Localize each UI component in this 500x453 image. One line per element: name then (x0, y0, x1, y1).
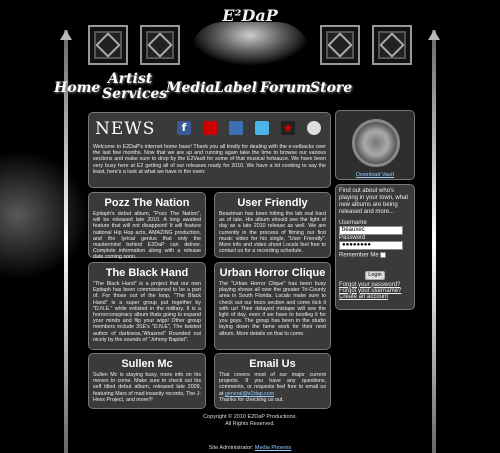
news-panel: NEWS f ★ Welcome to E2DaP's internet hom… (88, 112, 331, 188)
reverbnation-icon[interactable]: ★ (281, 121, 295, 135)
card-title: Email Us (249, 358, 296, 370)
card-title: Urban Horror Clique (219, 267, 326, 279)
vault-icon[interactable] (352, 119, 400, 167)
card-text: Sullen Mc is staying busy, more info on … (93, 372, 201, 403)
facebook-icon[interactable]: f (177, 121, 191, 135)
nav-media[interactable]: Media (166, 81, 215, 96)
card-sullen-mc: Sullen Mc Sullen Mc is staying busy, mor… (88, 353, 206, 409)
remember-checkbox[interactable] (380, 252, 387, 258)
create-account-link[interactable]: Create an account (339, 294, 411, 300)
admin-link[interactable]: Media Phoenix (255, 445, 291, 451)
winged-emblem-icon (190, 22, 310, 66)
news-title: NEWS (95, 119, 156, 139)
nav-label[interactable]: Label (214, 81, 257, 96)
nav-store[interactable]: Store (310, 81, 352, 96)
nav-home[interactable]: Home (54, 81, 100, 96)
footer-rights: All Rights Reserved. (225, 421, 275, 427)
forgot-username-link[interactable]: Forgot your username? (339, 288, 411, 294)
header-tile-3 (320, 25, 360, 65)
nav-artist-label: Artist (107, 71, 153, 87)
sidebar-intro: Find out about who's playing in your tow… (339, 188, 409, 215)
card-title: Pozz The Nation (104, 197, 190, 209)
card-text: The "Urban Horror Clique" has been busy … (219, 281, 326, 337)
nav-services-label: Services (102, 86, 168, 102)
footer-copyright: Copyright © 2010 E2DaP Productions. (203, 414, 297, 420)
header-tile-1 (88, 25, 128, 65)
login-panel: Find out about who's playing in your tow… (335, 184, 415, 310)
card-title: Sullen Mc (121, 358, 173, 370)
remember-label: Remember Me (339, 252, 379, 259)
card-urban-horror: Urban Horror Clique The "Urban Horror Cl… (214, 262, 331, 350)
wordpress-icon[interactable] (307, 121, 321, 135)
card-text: "The Black Hand" is a project that our o… (93, 281, 201, 343)
main-nav: Home Artist Services Media Label Forum S… (54, 70, 454, 106)
myspace-icon[interactable] (229, 121, 243, 135)
card-text: Epitaph's debut album, "Pozz The Nation"… (93, 211, 201, 261)
news-text: Welcome to E2DaP's internet home base! T… (93, 144, 326, 175)
card-email-us: Email Us That covers most of our major c… (214, 353, 331, 409)
card-pozz: Pozz The Nation Epitaph's debut album, "… (88, 192, 206, 261)
login-button[interactable]: Login (365, 270, 385, 280)
email-link[interactable]: general@e2dap.com (225, 391, 274, 397)
card-text: That covers most of our major current pr… (215, 371, 330, 403)
password-field[interactable]: ●●●●●●●● (339, 241, 403, 250)
header-tile-2 (140, 25, 180, 65)
sidebar: Download Vault Find out about who's play… (335, 110, 415, 310)
remember-row: Remember Me (339, 252, 411, 259)
admin-label: Site Administrator: (208, 445, 254, 451)
youtube-icon[interactable] (203, 121, 217, 135)
username-field[interactable]: beauxec (339, 226, 403, 235)
vault-panel: Download Vault (335, 110, 415, 180)
twitter-icon[interactable] (255, 121, 269, 135)
nav-artist-services[interactable]: Artist Services (102, 71, 168, 102)
footer-admin: Site Administrator: Media Phoenix (0, 445, 500, 451)
header-tile-4 (372, 25, 412, 65)
nav-forum[interactable]: Forum (260, 81, 311, 96)
card-user-friendly: User Friendly Beastman has been hitting … (214, 192, 331, 258)
card-text: Beastman has been hitting the lab real h… (219, 211, 326, 255)
vault-link[interactable]: Download Vault (336, 172, 414, 178)
card-title: The Black Hand (105, 267, 189, 279)
forgot-password-link[interactable]: Forgot your password? (339, 282, 411, 288)
card-black-hand: The Black Hand "The Black Hand" is a pro… (88, 262, 206, 350)
card-title: User Friendly (237, 197, 308, 209)
site-logo[interactable]: E²DaP (220, 6, 280, 25)
thanks-text: Thanks for checking us out. (219, 396, 284, 403)
background-flare (0, 150, 90, 280)
